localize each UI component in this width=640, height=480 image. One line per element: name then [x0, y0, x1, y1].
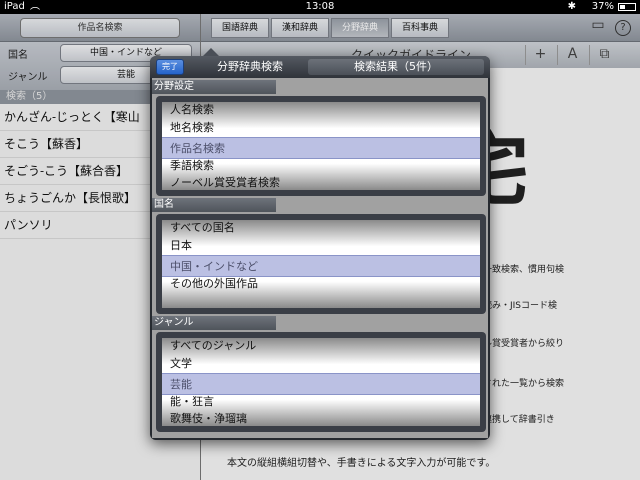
picker-row[interactable]: ノーベル賞受賞者検索	[170, 174, 280, 190]
segment-field-search[interactable]: 分野辞典検索	[194, 59, 306, 75]
picker-wheel[interactable]: すべての国名 日本 中国・インドなど その他の外国作品	[162, 220, 480, 308]
battery-percent: 37%	[591, 1, 614, 12]
picker-selected-label: 中国・インドなど	[170, 260, 258, 273]
picker-row[interactable]: 季語検索	[170, 157, 214, 175]
picker-selected-label: 作品名検索	[170, 142, 225, 155]
section-label-field: 分野設定	[152, 80, 276, 94]
picker-row[interactable]: 日本	[170, 237, 192, 255]
country-picker[interactable]: すべての国名 日本 中国・インドなど その他の外国作品	[156, 214, 486, 314]
picker-row[interactable]: 人名検索	[170, 102, 214, 119]
picker-selected-row[interactable]: 中国・インドなど	[162, 255, 480, 277]
genre-picker[interactable]: すべてのジャンル 文学 芸能 能・狂言 歌舞伎・浄瑠璃	[156, 332, 486, 432]
picker-row[interactable]: その他の外国作品	[170, 275, 258, 293]
field-picker[interactable]: 人名検索 地名検索 作品名検索 季語検索 ノーベル賞受賞者検索	[156, 96, 486, 196]
status-bar: iPad ︵ 13:08 ✱ 37%	[0, 0, 640, 14]
section-label-genre: ジャンル	[152, 316, 276, 330]
picker-wheel[interactable]: 人名検索 地名検索 作品名検索 季語検索 ノーベル賞受賞者検索	[162, 102, 480, 190]
bluetooth-icon: ✱	[567, 1, 576, 12]
picker-row[interactable]: 文学	[170, 355, 192, 373]
search-popover: 完了 分野辞典検索 検索結果（5件） 分野設定 人名検索 地名検索 作品名検索 …	[150, 48, 490, 440]
battery-icon	[618, 3, 636, 11]
popover-body: 分野設定 人名検索 地名検索 作品名検索 季語検索 ノーベル賞受賞者検索 国名 …	[152, 78, 488, 438]
picker-row[interactable]: すべてのジャンル	[170, 338, 256, 355]
segment-search-results[interactable]: 検索結果（5件）	[308, 59, 484, 75]
done-button[interactable]: 完了	[156, 59, 184, 75]
picker-row[interactable]: すべての国名	[170, 220, 235, 237]
picker-row[interactable]: 地名検索	[170, 119, 214, 137]
picker-selected-label: 芸能	[170, 378, 192, 391]
status-time: 13:08	[305, 1, 335, 12]
picker-selected-row[interactable]: 作品名検索	[162, 137, 480, 159]
picker-wheel[interactable]: すべてのジャンル 文学 芸能 能・狂言 歌舞伎・浄瑠璃	[162, 338, 480, 426]
picker-row[interactable]: 歌舞伎・浄瑠璃	[170, 410, 247, 426]
section-label-country: 国名	[152, 198, 276, 212]
picker-selected-row[interactable]: 芸能	[162, 373, 480, 395]
picker-row[interactable]: 能・狂言	[170, 393, 214, 411]
popover-header: 完了 分野辞典検索 検索結果（5件）	[150, 56, 490, 78]
